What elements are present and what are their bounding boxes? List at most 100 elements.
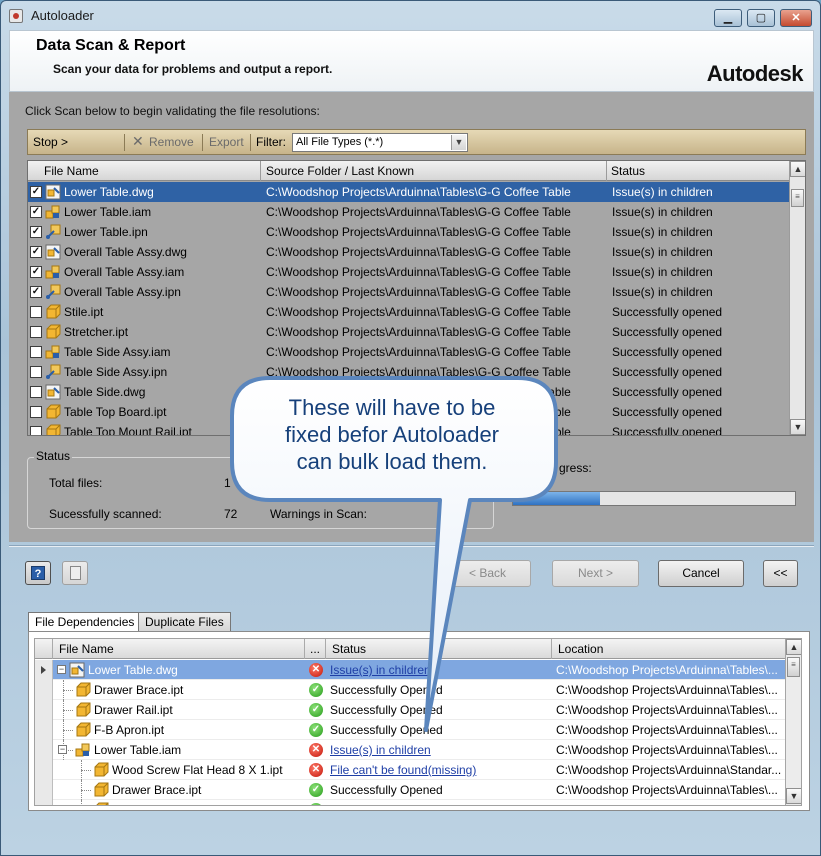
title-bar[interactable]: Autoloader ▁ ▢ ✕ (1, 1, 820, 31)
cancel-button[interactable]: Cancel (658, 560, 744, 587)
column-dep-file-name[interactable]: File Name (53, 639, 305, 659)
table-row[interactable]: ✓ Overall Table Assy.iam C:\Woodshop Proje… (28, 262, 790, 282)
tree-connector (63, 690, 73, 691)
table-row[interactable]: F-B Apron.ipt ✓ Successfully Opened C:\Wood… (35, 720, 787, 740)
filter-dropdown[interactable]: All File Types (*.*) ▼ (292, 133, 468, 152)
collapse-toggle-icon[interactable]: − (57, 665, 66, 674)
table-row[interactable]: Drawer Rail.ipt ✓ Successfully Opened C:\Wo… (35, 700, 787, 720)
back-button[interactable]: < Back (444, 560, 531, 587)
chevron-down-icon[interactable]: ▼ (451, 135, 466, 150)
row-checkbox[interactable]: ✓ (30, 266, 42, 278)
toolbar-divider (124, 134, 125, 151)
file-grid-scrollbar[interactable]: ▲ ≡ ▼ (789, 161, 805, 435)
row-checkbox[interactable] (30, 326, 42, 338)
success-check-icon: ✓ (309, 703, 323, 717)
tree-connector (63, 700, 64, 720)
table-row[interactable]: − Lower Table.dwg ✕ Issue(s) in children C:\… (35, 660, 787, 680)
column-source-folder[interactable]: Source Folder / Last Known (261, 161, 607, 181)
file-name-cell: Overall Table Assy.dwg (64, 245, 187, 259)
tree-connector (81, 770, 91, 771)
dependency-scrollbar[interactable]: ▲ ≡ ▼ (785, 639, 801, 805)
row-checkbox[interactable] (30, 406, 42, 418)
help-icon: ? (31, 566, 45, 580)
row-checkbox[interactable] (30, 346, 42, 358)
tree-connector (81, 800, 82, 805)
collapse-toggle-icon[interactable]: − (58, 745, 67, 754)
minimize-button[interactable]: ▁ (714, 9, 742, 27)
help-button[interactable]: ? (25, 561, 51, 585)
status-cell: Successfully opened (612, 345, 723, 359)
collapse-button[interactable]: << (763, 560, 798, 587)
status-link[interactable]: Issue(s) in children (330, 660, 552, 680)
row-checkbox[interactable]: ✓ (30, 246, 42, 258)
row-checkbox[interactable]: ✓ (30, 186, 42, 198)
page-subtitle: Scan your data for problems and output a… (53, 62, 333, 76)
row-header[interactable] (35, 700, 53, 720)
dep-file-name-cell: Drawer Brace.ipt (94, 683, 184, 697)
column-dep-location[interactable]: Location (552, 639, 787, 659)
row-header[interactable] (35, 680, 53, 700)
export-button[interactable]: Export (209, 135, 244, 149)
next-button[interactable]: Next > (552, 560, 639, 587)
table-row[interactable]: Drawer Brace.ipt ✓ Successfully Opened C:\W… (35, 780, 787, 800)
stop-button[interactable]: Stop > (33, 135, 68, 149)
table-row[interactable]: − Lower Table.iam ✕ Issue(s) in children C:\… (35, 740, 787, 760)
table-row[interactable]: ✓ Lower Table.ipn C:\Woodshop Projects\Ard… (28, 222, 790, 242)
file-name-cell: Table Top Board.ipt (64, 405, 167, 419)
table-row[interactable]: Drawer Rail.ipt ✓ Successfully Opened C:\Wo… (35, 800, 787, 805)
total-files-label: Total files: (49, 476, 103, 490)
source-folder-cell: C:\Woodshop Projects\Arduinna\Tables\G-G… (266, 345, 571, 359)
scroll-thumb[interactable]: ≡ (787, 657, 800, 677)
row-checkbox[interactable]: ✓ (30, 286, 42, 298)
row-header[interactable] (35, 780, 53, 800)
maximize-button[interactable]: ▢ (747, 9, 775, 27)
status-cell: Issue(s) in children (612, 245, 713, 259)
close-button[interactable]: ✕ (780, 9, 812, 27)
table-row[interactable]: Wood Screw Flat Head 8 X 1.ipt ✕ File can'… (35, 760, 787, 780)
table-row[interactable]: Drawer Brace.ipt ✓ Successfully Opened C:\W… (35, 680, 787, 700)
row-checkbox[interactable] (30, 426, 42, 435)
filter-label: Filter: (256, 135, 286, 149)
table-row[interactable]: Stretcher.ipt C:\Woodshop Projects\Arduin… (28, 322, 790, 342)
row-checkbox[interactable] (30, 306, 42, 318)
error-icon: ✕ (309, 743, 323, 757)
status-link[interactable]: File can't be found(missing) (330, 760, 552, 780)
table-row[interactable]: ✓ Overall Table Assy.dwg C:\Woodshop Proje… (28, 242, 790, 262)
table-row[interactable]: Table Side Assy.iam C:\Woodshop Projects\… (28, 342, 790, 362)
clipboard-button[interactable] (62, 561, 88, 585)
tab-duplicate-files[interactable]: Duplicate Files (138, 612, 231, 632)
scroll-up-icon[interactable]: ▲ (786, 639, 801, 655)
column-dep-more[interactable]: ... (305, 639, 326, 659)
table-row[interactable]: ✓ Lower Table.dwg C:\Woodshop Projects\Ard… (28, 182, 790, 202)
status-link[interactable]: Issue(s) in children (330, 740, 552, 760)
dwg-file-icon (45, 244, 61, 260)
table-row[interactable]: ✓ Lower Table.iam C:\Woodshop Projects\Ard… (28, 202, 790, 222)
row-checkbox[interactable] (30, 386, 42, 398)
remove-button[interactable]: Remove (149, 135, 194, 149)
table-row[interactable]: Table Top Mount Rail.ipt C:\Woodshop Proj… (28, 422, 790, 435)
row-header[interactable] (35, 800, 53, 805)
scroll-thumb[interactable]: ≡ (791, 189, 804, 207)
row-header[interactable] (35, 720, 53, 740)
row-checkbox[interactable] (30, 366, 42, 378)
table-row[interactable]: Table Top Board.ipt C:\Woodshop Projects\… (28, 402, 790, 422)
table-row[interactable]: ✓ Overall Table Assy.ipn C:\Woodshop Proje… (28, 282, 790, 302)
tab-file-dependencies[interactable]: File Dependencies (28, 612, 142, 633)
scroll-down-icon[interactable]: ▼ (790, 419, 805, 435)
scroll-down-icon[interactable]: ▼ (786, 788, 801, 804)
column-status[interactable]: Status (607, 161, 790, 181)
total-files-value: 1 (224, 476, 231, 490)
scroll-up-icon[interactable]: ▲ (790, 161, 805, 177)
column-dep-status[interactable]: Status (326, 639, 552, 659)
row-header[interactable] (35, 660, 53, 680)
column-file-name[interactable]: File Name (28, 161, 261, 181)
table-row[interactable]: Table Side.dwg C:\Woodshop Projects\Ardui… (28, 382, 790, 402)
toolbar-divider (250, 134, 251, 151)
row-header[interactable] (35, 760, 53, 780)
dep-status-cell: Successfully Opened (330, 723, 443, 737)
table-row[interactable]: Table Side Assy.ipn C:\Woodshop Projects\… (28, 362, 790, 382)
row-checkbox[interactable]: ✓ (30, 206, 42, 218)
row-checkbox[interactable]: ✓ (30, 226, 42, 238)
row-header[interactable] (35, 740, 53, 760)
table-row[interactable]: Stile.ipt C:\Woodshop Projects\Arduinna\T… (28, 302, 790, 322)
